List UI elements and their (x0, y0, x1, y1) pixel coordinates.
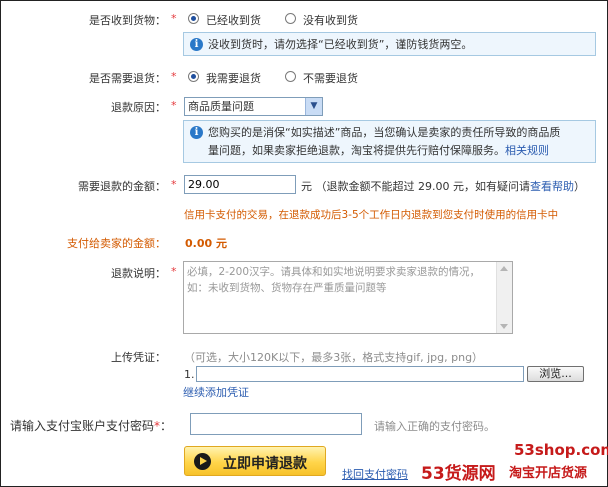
radio-no-return[interactable] (285, 71, 296, 82)
radio-need-return-label[interactable]: 我需要退货 (206, 70, 261, 86)
watermark-brand: 53货源网 (421, 464, 496, 484)
reason-tip-line2-wrap: 量问题，如果卖家拒绝退款，淘宝将提供先行赔付保障服务。相关规则 (208, 142, 589, 160)
textarea-scrollbar[interactable] (496, 262, 512, 333)
info-icon: i (190, 126, 203, 139)
credit-card-note: 信用卡支付的交易，在退款成功后3-5个工作日内退款到您支付时使用的信用卡中 (184, 209, 559, 221)
radio-goods-received[interactable] (188, 13, 199, 24)
upload-index: 1. (184, 368, 195, 381)
explain-label: 退款说明： (111, 267, 166, 280)
pay-seller-amount: 0.00 元 (185, 237, 227, 250)
goods-received-tip-text: 没收到货时，请勿选择“已经收到货”，谨防钱货两空。 (208, 38, 473, 51)
scroll-up-icon[interactable] (500, 266, 508, 271)
required-mark: * (171, 178, 177, 191)
info-icon: i (190, 38, 203, 51)
scroll-down-icon[interactable] (500, 324, 508, 329)
watermark-site: 53shop.com (514, 441, 608, 459)
refund-explain-textarea[interactable]: 必填，2-200汉字。请具体和如实地说明要求卖家退款的情况，如：未收到货物、货物… (183, 261, 513, 334)
required-mark: * (171, 70, 177, 83)
add-more-evidence-link[interactable]: 继续添加凭证 (183, 384, 249, 400)
amount-note-close: ） (573, 180, 585, 193)
goods-received-tip: i 没收到货时，请勿选择“已经收到货”，谨防钱货两空。 (183, 32, 596, 56)
pay-password-colon: ： (160, 419, 173, 433)
amount-note: 元 （退款金额不能超过 29.00 元，如有疑问请查看帮助） (301, 178, 585, 194)
upload-file-path-field[interactable] (196, 366, 524, 382)
reason-tip-line1: 您购买的是消保“如实描述”商品，当您确认是卖家的责任所导致的商品质 (208, 126, 561, 139)
radio-no-return-label[interactable]: 不需要退货 (303, 70, 358, 86)
retrieve-password-link[interactable]: 找回支付密码 (342, 466, 408, 482)
required-mark: * (171, 12, 177, 25)
radio-goods-not-received-label[interactable]: 没有收到货 (303, 12, 358, 28)
apply-refund-button-label: 立即申请退款 (223, 456, 307, 472)
radio-need-return[interactable] (188, 71, 199, 82)
pay-seller-label: 支付给卖家的金额： (67, 237, 166, 250)
browse-button[interactable]: 浏览... (527, 366, 584, 382)
chevron-down-icon[interactable]: ▼ (305, 98, 322, 115)
radio-goods-received-label[interactable]: 已经收到货 (206, 12, 261, 28)
required-mark: * (171, 265, 177, 278)
apply-refund-button[interactable]: 立即申请退款 (184, 446, 326, 476)
reason-tip: i 您购买的是消保“如实描述”商品，当您确认是卖家的责任所导致的商品质 量问题，… (183, 120, 596, 163)
goods-received-label: 是否收到货物： (89, 14, 166, 27)
reason-label: 退款原因： (111, 101, 166, 114)
watermark-slogan: 淘宝开店货源 (509, 466, 588, 481)
radio-goods-not-received[interactable] (285, 13, 296, 24)
need-return-label: 是否需要退货： (89, 72, 166, 85)
reason-tip-line2: 量问题，如果卖家拒绝退款，淘宝将提供先行赔付保障服务。 (208, 144, 505, 157)
pay-password-label-wrap: 请输入支付宝账户支付密码*： (10, 417, 172, 434)
related-rules-link[interactable]: 相关规则 (505, 144, 549, 157)
amount-limit-note: （退款金额不能超过 29.00 元，如有疑问请 (315, 180, 530, 193)
amount-unit: 元 (301, 180, 312, 193)
view-help-link[interactable]: 查看帮助 (530, 180, 574, 193)
refund-amount-input[interactable] (184, 175, 296, 194)
arrow-right-icon (194, 453, 211, 470)
reason-select[interactable]: 商品质量问题 ▼ (184, 97, 323, 116)
upload-hint: （可选，大小120K以下，最多3张，格式支持gif, jpg, png） (184, 351, 484, 364)
explain-placeholder: 必填，2-200汉字。请具体和如实地说明要求卖家退款的情况，如：未收到货物、货物… (187, 266, 481, 294)
required-mark: * (171, 99, 177, 112)
reason-selected-value: 商品质量问题 (188, 100, 254, 113)
pay-password-input[interactable] (190, 413, 362, 435)
amount-label: 需要退款的金额： (78, 180, 166, 193)
pay-password-label: 请输入支付宝账户支付密码 (10, 419, 155, 433)
pay-password-hint: 请输入正确的支付密码。 (374, 420, 495, 433)
upload-label: 上传凭证： (111, 351, 166, 364)
